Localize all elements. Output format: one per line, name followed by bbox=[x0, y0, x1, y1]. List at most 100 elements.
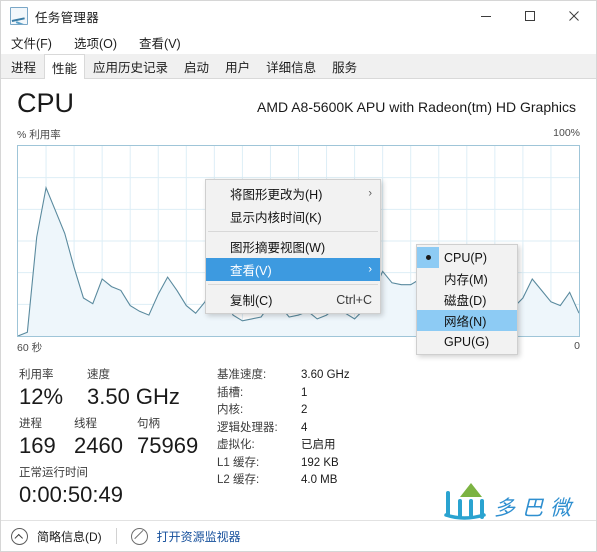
stats-row: 利用率 12% 速度 3.50 GHz bbox=[19, 367, 217, 410]
submenu-item-label: 网络(N) bbox=[444, 315, 487, 329]
spec-row: L1 缓存: 192 KB bbox=[217, 455, 580, 473]
context-menu-item-label: 图形摘要视图(W) bbox=[230, 241, 326, 255]
tab-processes[interactable]: 进程 bbox=[3, 54, 45, 78]
tab-startup[interactable]: 启动 bbox=[176, 54, 218, 78]
submenu-item-cpu[interactable]: CPU(P) bbox=[417, 247, 517, 268]
cpu-header: CPU AMD A8-5600K APU with Radeon(tm) HD … bbox=[17, 90, 580, 117]
context-menu-separator bbox=[208, 231, 378, 232]
stats-row: 正常运行时间 0:00:50:49 bbox=[19, 465, 217, 508]
stat-utilization: 利用率 12% bbox=[19, 367, 87, 410]
stat-threads: 线程 2460 bbox=[74, 416, 137, 459]
tab-users[interactable]: 用户 bbox=[217, 54, 259, 78]
context-menu-item-graph-summary-view[interactable]: 图形摘要视图(W) bbox=[206, 235, 380, 258]
tab-details[interactable]: 详细信息 bbox=[258, 54, 325, 78]
spec-value: 3.60 GHz bbox=[301, 369, 350, 381]
spec-value: 2 bbox=[301, 404, 308, 416]
spec-key: L1 缓存: bbox=[217, 456, 260, 469]
stat-label: 进程 bbox=[19, 418, 42, 430]
menu-item-options[interactable]: 选项(O) bbox=[72, 32, 119, 53]
spec-value: 已启用 bbox=[301, 439, 336, 451]
status-bar: 简略信息(D) 打开资源监视器 bbox=[1, 520, 596, 551]
context-menu-item-copy[interactable]: 复制(C) Ctrl+C bbox=[206, 288, 380, 311]
context-menu-item-label: 将图形更改为(H) bbox=[230, 188, 323, 202]
context-menu-item-label: 复制(C) bbox=[230, 294, 273, 308]
stats-row: 进程 169 线程 2460 句柄 75969 bbox=[19, 416, 217, 459]
submenu-item-disk[interactable]: 磁盘(D) bbox=[417, 289, 517, 310]
stat-label: 正常运行时间 bbox=[19, 467, 88, 479]
radio-empty-icon bbox=[417, 268, 439, 289]
spec-row: 内核: 2 bbox=[217, 402, 580, 420]
tab-performance[interactable]: 性能 bbox=[44, 54, 86, 79]
spec-key: 内核: bbox=[217, 404, 244, 416]
resource-monitor-icon[interactable] bbox=[130, 527, 148, 545]
stat-processes: 进程 169 bbox=[19, 416, 74, 459]
spec-value: 4 bbox=[301, 421, 308, 434]
status-bar-divider bbox=[115, 528, 117, 544]
view-submenu: CPU(P) 内存(M) 磁盘(D) 网络(N) GPU(G) bbox=[416, 244, 518, 355]
stat-value: 0:00:50:49 bbox=[19, 482, 123, 507]
fewer-details-button[interactable]: 简略信息(D) bbox=[37, 528, 102, 545]
radio-empty-icon bbox=[417, 289, 439, 310]
cpu-stats: 利用率 12% 速度 3.50 GHz 进程 169 线程 2460 句柄 75… bbox=[17, 367, 580, 508]
window-controls bbox=[464, 1, 596, 31]
submenu-item-label: 内存(M) bbox=[444, 273, 488, 287]
submenu-item-label: 磁盘(D) bbox=[444, 294, 487, 308]
context-menu-item-label: 显示内核时间(K) bbox=[230, 211, 322, 225]
radio-empty-icon bbox=[417, 310, 439, 331]
chevron-up-icon[interactable] bbox=[11, 527, 28, 545]
cpu-model-label: AMD A8-5600K APU with Radeon(tm) HD Grap… bbox=[256, 99, 576, 115]
spec-value: 192 KB bbox=[301, 456, 339, 469]
submenu-item-network[interactable]: 网络(N) bbox=[417, 310, 517, 331]
submenu-item-gpu[interactable]: GPU(G) bbox=[417, 331, 517, 352]
stat-uptime: 正常运行时间 0:00:50:49 bbox=[19, 465, 123, 508]
stat-value: 169 bbox=[19, 433, 56, 458]
x-axis-right-label: 0 bbox=[574, 340, 580, 352]
context-menu-item-change-graph-to[interactable]: 将图形更改为(H) › bbox=[206, 182, 380, 205]
stat-label: 线程 bbox=[74, 418, 97, 430]
spec-row: 基准速度: 3.60 GHz bbox=[217, 367, 580, 385]
context-menu-item-label: 查看(V) bbox=[230, 264, 272, 278]
menu-item-file[interactable]: 文件(F) bbox=[9, 32, 54, 53]
spec-row: 逻辑处理器: 4 bbox=[217, 420, 580, 438]
maximize-button[interactable] bbox=[508, 1, 552, 31]
x-axis-left-label: 60 秒 bbox=[17, 342, 43, 354]
spec-row: 插槽: 1 bbox=[217, 385, 580, 403]
open-resource-monitor-link[interactable]: 打开资源监视器 bbox=[157, 528, 241, 545]
stat-value: 75969 bbox=[137, 433, 199, 458]
spec-row: 虚拟化: 已启用 bbox=[217, 437, 580, 455]
close-button[interactable] bbox=[552, 1, 596, 31]
context-menu-separator bbox=[208, 284, 378, 285]
spec-key: 插槽: bbox=[217, 386, 244, 399]
context-menu-shortcut: Ctrl+C bbox=[336, 292, 372, 307]
stat-value: 3.50 GHz bbox=[87, 384, 180, 409]
stat-label: 句柄 bbox=[137, 418, 160, 430]
chevron-right-icon: › bbox=[368, 187, 372, 199]
stat-speed: 速度 3.50 GHz bbox=[87, 367, 180, 410]
spec-key: 逻辑处理器: bbox=[217, 421, 278, 434]
submenu-item-memory[interactable]: 内存(M) bbox=[417, 268, 517, 289]
page-title: CPU bbox=[17, 88, 75, 118]
tab-services[interactable]: 服务 bbox=[324, 54, 366, 78]
task-manager-window: 任务管理器 文件(F) 选项(O) 查看(V) 进程 性能 应用历史记录 启动 … bbox=[0, 0, 597, 552]
task-manager-icon bbox=[10, 7, 28, 25]
spec-value: 4.0 MB bbox=[301, 474, 338, 486]
stat-handles: 句柄 75969 bbox=[137, 416, 198, 459]
cpu-stats-primary: 利用率 12% 速度 3.50 GHz 进程 169 线程 2460 句柄 75… bbox=[19, 367, 217, 508]
radio-selected-icon bbox=[417, 247, 439, 268]
stat-label: 速度 bbox=[87, 369, 110, 381]
spec-key: 虚拟化: bbox=[217, 439, 255, 451]
context-menu-item-show-kernel-times[interactable]: 显示内核时间(K) bbox=[206, 205, 380, 228]
spec-key: L2 缓存: bbox=[217, 474, 260, 486]
menu-bar: 文件(F) 选项(O) 查看(V) bbox=[1, 31, 596, 54]
menu-item-view[interactable]: 查看(V) bbox=[137, 32, 183, 53]
context-menu-item-view[interactable]: 查看(V) › bbox=[206, 258, 380, 281]
minimize-button[interactable] bbox=[464, 1, 508, 31]
stat-label: 利用率 bbox=[19, 369, 54, 381]
submenu-item-label: GPU(G) bbox=[444, 334, 490, 349]
window-title: 任务管理器 bbox=[35, 10, 100, 25]
spec-value: 1 bbox=[301, 386, 308, 399]
chevron-right-icon: › bbox=[368, 263, 372, 275]
spec-key: 基准速度: bbox=[217, 369, 267, 381]
tab-app-history[interactable]: 应用历史记录 bbox=[85, 54, 177, 78]
y-axis-max-label: 100% bbox=[553, 127, 580, 139]
